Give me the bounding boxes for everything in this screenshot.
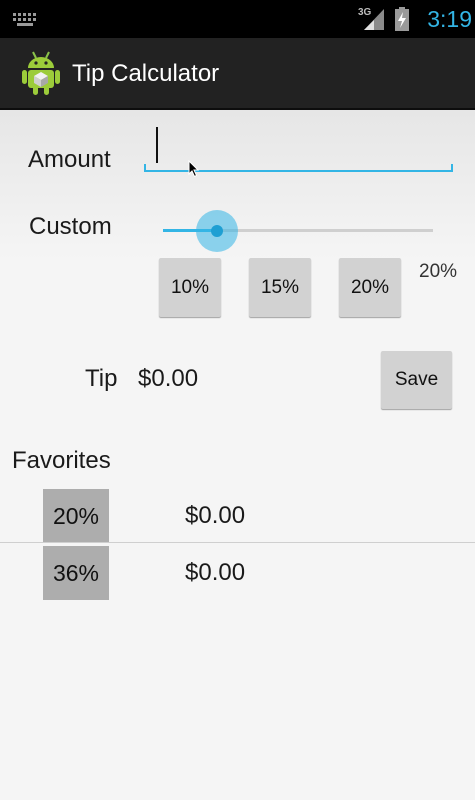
preset-20-button[interactable]: 20% — [339, 258, 401, 317]
tip-label: Tip — [85, 365, 118, 392]
custom-label: Custom — [29, 213, 112, 240]
amount-input-edge-left — [144, 164, 146, 172]
favorite-amount: $0.00 — [185, 502, 246, 529]
signal-icon: 3G — [358, 7, 384, 30]
custom-percent-value: 20% — [419, 261, 458, 282]
slider-thumb[interactable] — [211, 225, 223, 237]
app-title: Tip Calculator — [72, 60, 220, 87]
action-bar: Tip Calculator — [0, 38, 475, 110]
tip-value: $0.00 — [138, 365, 199, 392]
svg-text:3G: 3G — [358, 7, 372, 18]
preset-15-button[interactable]: 15% — [249, 258, 311, 317]
list-divider — [0, 542, 475, 543]
keyboard-icon — [13, 13, 36, 26]
favorite-amount: $0.00 — [185, 559, 246, 586]
favorite-item[interactable]: 20% $0.00 — [0, 489, 475, 545]
clock: 3:19 — [427, 6, 472, 32]
mouse-pointer-icon — [188, 160, 200, 178]
custom-tip-slider[interactable] — [160, 205, 436, 255]
preset-10-button[interactable]: 10% — [159, 258, 221, 317]
android-app-icon — [22, 51, 60, 95]
amount-input-edge-right — [451, 164, 453, 172]
favorite-percent[interactable]: 20% — [43, 489, 109, 543]
favorites-heading: Favorites — [12, 447, 111, 474]
favorite-percent[interactable]: 36% — [43, 546, 109, 600]
save-button[interactable]: Save — [381, 351, 452, 409]
amount-label: Amount — [28, 146, 111, 173]
favorite-item[interactable]: 36% $0.00 — [0, 546, 475, 602]
status-bar: 3G 3:19 — [0, 0, 475, 38]
text-cursor — [156, 127, 158, 163]
battery-charging-icon — [395, 7, 409, 31]
